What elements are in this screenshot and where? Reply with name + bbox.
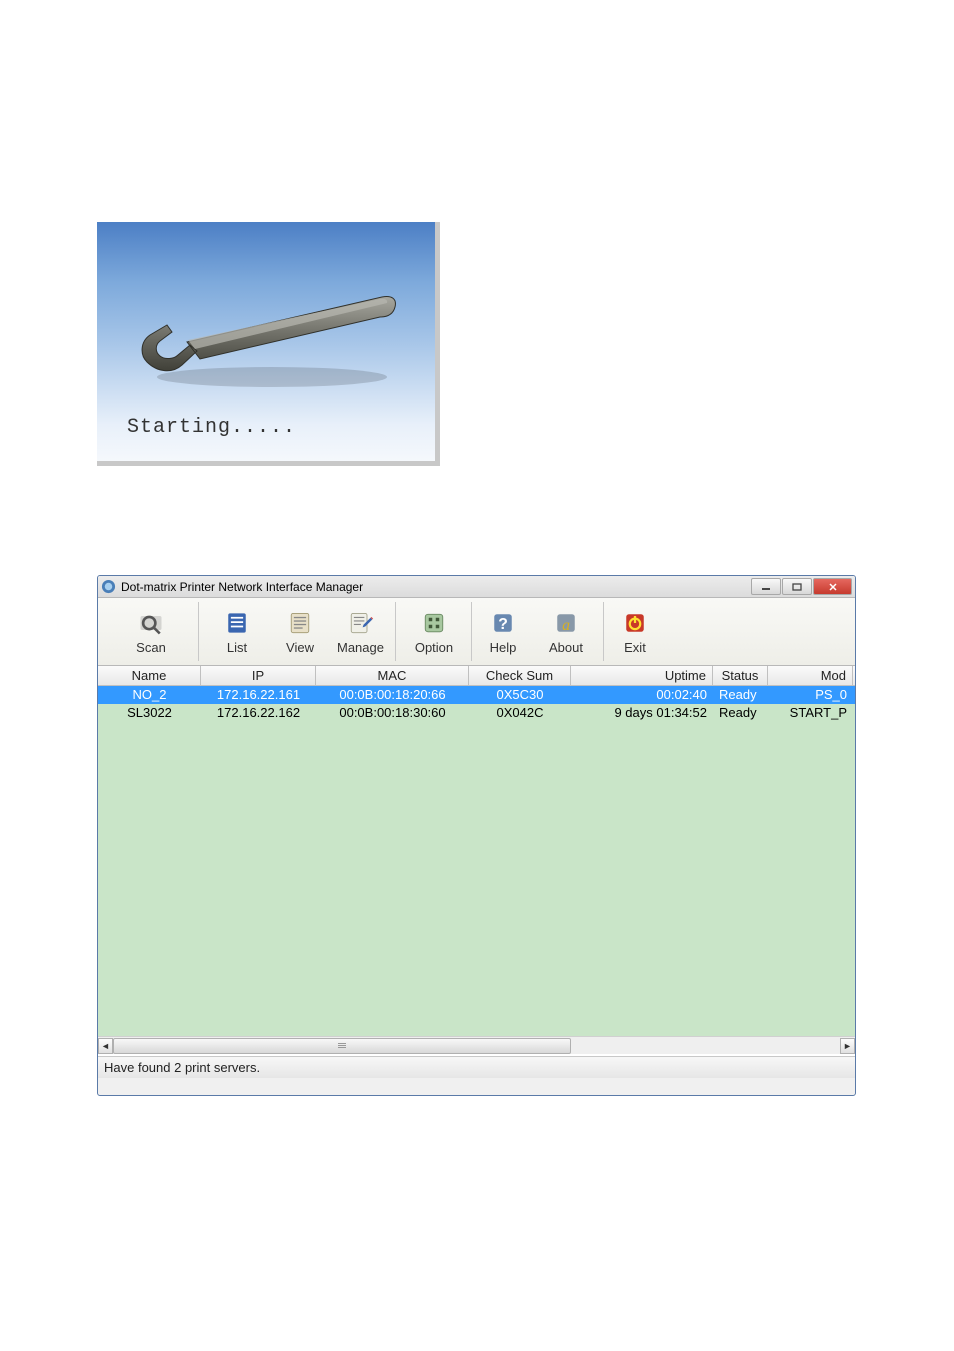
list-button[interactable]: List bbox=[202, 603, 272, 661]
table-cell: START_P bbox=[768, 704, 853, 722]
scan-button[interactable]: Scan bbox=[106, 603, 196, 661]
about-icon: a bbox=[552, 609, 580, 637]
list-body[interactable]: NO_2172.16.22.16100:0B:00:18:20:660X5C30… bbox=[98, 686, 855, 1036]
about-label: About bbox=[549, 640, 583, 655]
close-button[interactable] bbox=[813, 578, 852, 595]
list-icon bbox=[223, 609, 251, 637]
table-cell: NO_2 bbox=[98, 686, 201, 704]
manage-label: Manage bbox=[337, 640, 384, 655]
exit-label: Exit bbox=[624, 640, 646, 655]
window-controls bbox=[750, 578, 852, 595]
col-check[interactable]: Check Sum bbox=[469, 666, 571, 685]
magnifier-icon bbox=[137, 609, 165, 637]
table-cell: 00:02:40 bbox=[571, 686, 713, 704]
svg-text:?: ? bbox=[498, 616, 508, 633]
col-name[interactable]: Name bbox=[98, 666, 201, 685]
table-cell: 172.16.22.162 bbox=[201, 704, 316, 722]
maximize-button[interactable] bbox=[782, 578, 812, 595]
main-window: Dot-matrix Printer Network Interface Man… bbox=[97, 575, 856, 1096]
splash-text: Starting..... bbox=[127, 416, 296, 439]
col-mac[interactable]: MAC bbox=[316, 666, 469, 685]
help-icon: ? bbox=[489, 609, 517, 637]
list-area: Name IP MAC Check Sum Uptime Status Mod … bbox=[98, 666, 855, 1056]
power-icon bbox=[621, 609, 649, 637]
table-row[interactable]: NO_2172.16.22.16100:0B:00:18:20:660X5C30… bbox=[98, 686, 855, 704]
titlebar: Dot-matrix Printer Network Interface Man… bbox=[98, 576, 855, 598]
table-cell: 0X042C bbox=[469, 704, 571, 722]
table-cell: 172.16.22.161 bbox=[201, 686, 316, 704]
scroll-right-button[interactable]: ► bbox=[840, 1038, 855, 1054]
option-button[interactable]: Option bbox=[399, 603, 469, 661]
scroll-left-button[interactable]: ◄ bbox=[98, 1038, 113, 1054]
table-cell: 00:0B:00:18:30:60 bbox=[316, 704, 469, 722]
option-icon bbox=[420, 609, 448, 637]
view-label: View bbox=[286, 640, 314, 655]
statusbar: Have found 2 print servers. bbox=[98, 1056, 855, 1078]
horizontal-scrollbar: ◄ ► bbox=[98, 1036, 855, 1054]
app-icon bbox=[101, 579, 116, 594]
scroll-track[interactable] bbox=[113, 1038, 840, 1054]
wrench-icon bbox=[132, 267, 412, 397]
svg-text:a: a bbox=[562, 617, 570, 634]
toolbar: Scan List V bbox=[98, 598, 855, 666]
table-cell: 0X5C30 bbox=[469, 686, 571, 704]
about-button[interactable]: a About bbox=[531, 603, 601, 661]
table-cell: SL3022 bbox=[98, 704, 201, 722]
col-status[interactable]: Status bbox=[713, 666, 768, 685]
status-text: Have found 2 print servers. bbox=[104, 1060, 260, 1075]
table-row[interactable]: SL3022172.16.22.16200:0B:00:18:30:600X04… bbox=[98, 704, 855, 722]
col-model[interactable]: Mod bbox=[768, 666, 853, 685]
manage-icon bbox=[346, 609, 374, 637]
list-header: Name IP MAC Check Sum Uptime Status Mod bbox=[98, 666, 855, 686]
scroll-thumb[interactable] bbox=[113, 1038, 571, 1054]
option-label: Option bbox=[415, 640, 453, 655]
table-cell: 00:0B:00:18:20:66 bbox=[316, 686, 469, 704]
help-button[interactable]: ? Help bbox=[475, 603, 531, 661]
list-label: List bbox=[227, 640, 247, 655]
manage-button[interactable]: Manage bbox=[328, 603, 393, 661]
help-label: Help bbox=[490, 640, 517, 655]
table-cell: Ready bbox=[713, 686, 768, 704]
view-icon bbox=[286, 609, 314, 637]
table-cell: 9 days 01:34:52 bbox=[571, 704, 713, 722]
scan-label: Scan bbox=[136, 640, 166, 655]
table-cell: Ready bbox=[713, 704, 768, 722]
col-ip[interactable]: IP bbox=[201, 666, 316, 685]
minimize-button[interactable] bbox=[751, 578, 781, 595]
view-button[interactable]: View bbox=[272, 603, 328, 661]
splash-screen: Starting..... bbox=[97, 222, 440, 466]
col-uptime[interactable]: Uptime bbox=[571, 666, 713, 685]
window-title: Dot-matrix Printer Network Interface Man… bbox=[121, 580, 750, 594]
exit-button[interactable]: Exit bbox=[607, 603, 663, 661]
table-cell: PS_0 bbox=[768, 686, 853, 704]
